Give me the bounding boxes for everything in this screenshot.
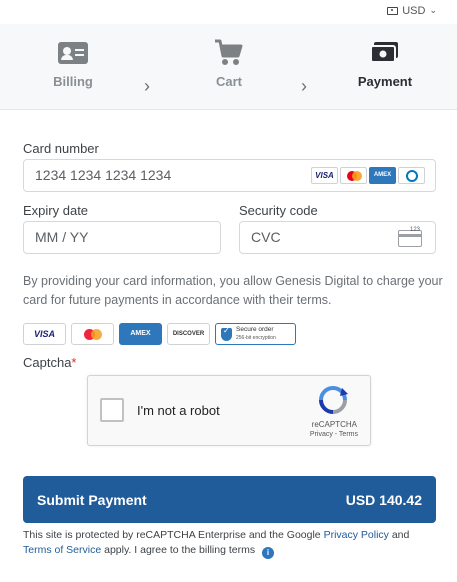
step-billing-label: Billing bbox=[53, 74, 93, 89]
expiry-placeholder: MM / YY bbox=[35, 229, 89, 245]
shield-icon bbox=[221, 327, 232, 341]
recaptcha-widget: I'm not a robot reCAPTCHA Privacy - Term… bbox=[87, 375, 371, 446]
legal-text: This site is protected by reCAPTCHA Ente… bbox=[23, 529, 410, 559]
amex-badge-icon: AMEX bbox=[119, 323, 162, 345]
step-cart-label: Cart bbox=[215, 74, 242, 89]
recaptcha-logo-icon bbox=[319, 386, 348, 414]
expiry-label: Expiry date bbox=[23, 203, 89, 218]
chevron-right-icon: › bbox=[144, 76, 150, 96]
captcha-label: Captcha* bbox=[23, 355, 77, 370]
card-brand-list: VISA AMEX bbox=[309, 167, 425, 184]
visa-badge-icon: VISA bbox=[23, 323, 66, 345]
top-bar: USD ⌄ bbox=[0, 0, 457, 24]
id-card-icon bbox=[28, 38, 118, 68]
secure-order-badge: Secure order 256-bit encryption bbox=[215, 323, 296, 345]
submit-label: Submit Payment bbox=[37, 492, 147, 508]
visa-icon: VISA bbox=[311, 167, 338, 184]
security-code-label: Security code bbox=[239, 203, 318, 218]
recaptcha-brand: reCAPTCHA bbox=[311, 420, 357, 429]
step-payment[interactable]: Payment bbox=[340, 38, 430, 89]
cart-icon bbox=[184, 38, 274, 68]
security-code-placeholder: CVC bbox=[251, 229, 281, 245]
card-number-label: Card number bbox=[23, 141, 99, 156]
submit-payment-button[interactable]: Submit Payment USD 140.42 bbox=[23, 476, 436, 523]
required-mark: * bbox=[71, 355, 77, 370]
recaptcha-checkbox-label: I'm not a robot bbox=[137, 403, 220, 418]
cvc-card-icon: 123 bbox=[398, 227, 422, 247]
checkout-steps: Billing › Cart › Payment bbox=[0, 24, 457, 110]
security-code-input[interactable]: CVC 123 bbox=[239, 221, 436, 254]
currency-selector[interactable]: USD ⌄ bbox=[387, 5, 437, 17]
info-icon[interactable]: i bbox=[262, 547, 274, 559]
expiry-input[interactable]: MM / YY bbox=[23, 221, 221, 254]
cash-icon bbox=[387, 7, 399, 15]
chevron-down-icon: ⌄ bbox=[429, 4, 437, 15]
diners-icon bbox=[398, 167, 425, 184]
mastercard-icon bbox=[340, 167, 367, 184]
privacy-policy-link[interactable]: Privacy Policy bbox=[324, 529, 389, 541]
payment-badges: VISA AMEX DISCOVER Secure order 256-bit … bbox=[23, 323, 296, 345]
mastercard-badge-icon bbox=[71, 323, 114, 345]
secure-order-subtitle: 256-bit encryption bbox=[236, 335, 276, 341]
secure-order-title: Secure order bbox=[236, 326, 274, 333]
amex-icon: AMEX bbox=[369, 167, 396, 184]
currency-label: USD bbox=[402, 5, 426, 17]
card-number-input[interactable]: 1234 1234 1234 1234 VISA AMEX bbox=[23, 159, 436, 192]
submit-amount: USD 140.42 bbox=[345, 492, 422, 508]
card-number-placeholder: 1234 1234 1234 1234 bbox=[35, 167, 172, 183]
chevron-right-icon: › bbox=[301, 76, 307, 96]
discover-badge-icon: DISCOVER bbox=[167, 323, 210, 345]
consent-text: By providing your card information, you … bbox=[23, 274, 443, 307]
terms-of-service-link[interactable]: Terms of Service bbox=[23, 544, 101, 556]
payment-icon bbox=[340, 38, 430, 68]
recaptcha-links[interactable]: Privacy - Terms bbox=[310, 431, 358, 438]
step-billing[interactable]: Billing bbox=[28, 38, 118, 89]
step-cart[interactable]: Cart bbox=[184, 38, 274, 89]
step-payment-label: Payment bbox=[357, 74, 413, 89]
recaptcha-checkbox[interactable] bbox=[100, 398, 124, 422]
